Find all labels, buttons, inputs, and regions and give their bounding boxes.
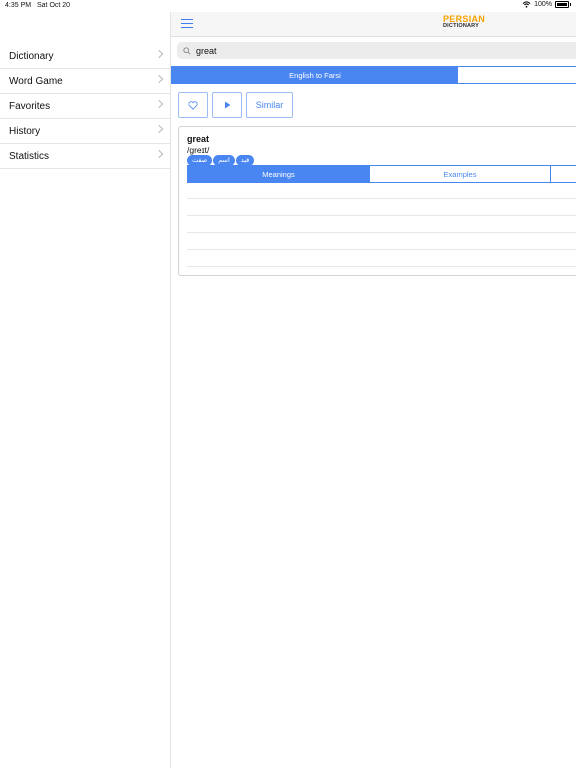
tab-more[interactable]	[551, 166, 576, 182]
battery-tip	[570, 3, 571, 6]
favorite-button[interactable]	[178, 92, 208, 118]
menu-icon[interactable]	[181, 19, 193, 28]
status-time: 4:35 PM	[5, 2, 32, 9]
sidebar-item-statistics[interactable]: Statistics	[0, 144, 170, 169]
tab-meanings[interactable]: Meanings	[188, 166, 370, 182]
sidebar-item-label: History	[9, 125, 41, 137]
battery-percent: 100%	[534, 1, 552, 8]
chevron-right-icon	[154, 149, 164, 159]
chevron-right-icon	[154, 74, 164, 84]
chevron-right-icon	[154, 99, 164, 109]
sidebar-menu: Dictionary Word Game Favorites History S…	[0, 44, 170, 169]
sidebar-item-label: Statistics	[9, 150, 50, 162]
status-bar: 4:35 PM Sat Oct 20 100%	[0, 0, 576, 12]
meanings-list	[187, 182, 576, 267]
heart-icon	[188, 100, 198, 110]
sidebar-item-label: Dictionary	[9, 50, 54, 62]
logo-line2: DICTIONARY	[443, 23, 480, 29]
battery-icon	[555, 1, 569, 8]
segment-english-to-farsi[interactable]: English to Farsi	[172, 67, 458, 83]
sidebar-item-dictionary[interactable]: Dictionary	[0, 44, 170, 69]
sidebar-item-label: Favorites	[9, 100, 51, 112]
wifi-icon	[522, 1, 531, 8]
search-icon	[183, 46, 191, 55]
direction-segmented-control: English to Farsi	[171, 66, 576, 84]
app-logo: PERSIAN DICTIONARY	[443, 15, 485, 30]
list-item	[187, 250, 576, 267]
list-item	[187, 199, 576, 216]
sidebar: Dictionary Word Game Favorites History S…	[0, 12, 171, 768]
status-date: Sat Oct 20	[37, 2, 71, 9]
play-pronunciation-button[interactable]	[212, 92, 242, 118]
sidebar-item-word-game[interactable]: Word Game	[0, 69, 170, 94]
similar-button[interactable]: Similar	[246, 92, 293, 118]
sidebar-item-label: Word Game	[9, 75, 63, 87]
main-pane: PERSIAN DICTIONARY English to Farsi Simi…	[171, 12, 576, 768]
action-buttons: Similar	[178, 92, 293, 118]
entry-tabs: Meanings Examples	[187, 165, 576, 183]
search-input[interactable]	[196, 45, 496, 56]
navigation-bar: PERSIAN DICTIONARY	[171, 12, 576, 37]
chevron-right-icon	[154, 124, 164, 134]
chevron-right-icon	[154, 49, 164, 59]
entry-phonetic: /greɪt/	[187, 145, 210, 155]
list-item	[187, 233, 576, 250]
search-bar[interactable]	[177, 42, 576, 59]
word-entry-card: great /greɪt/ صفت اسم قید Meanings Examp…	[178, 126, 576, 276]
entry-word: great	[187, 134, 210, 144]
tab-examples[interactable]: Examples	[370, 166, 551, 182]
play-icon	[224, 101, 230, 109]
status-right: 100%	[522, 1, 571, 8]
segment-farsi-to-english[interactable]	[458, 67, 576, 83]
sidebar-item-favorites[interactable]: Favorites	[0, 94, 170, 119]
sidebar-item-history[interactable]: History	[0, 119, 170, 144]
list-item	[187, 216, 576, 233]
list-item	[187, 182, 576, 199]
